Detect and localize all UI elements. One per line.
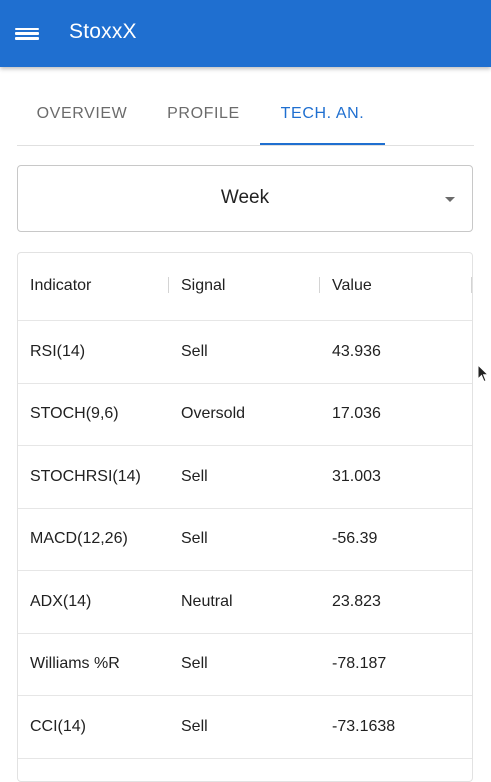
period-select[interactable]: Week bbox=[17, 165, 473, 232]
tab-overview[interactable]: OVERVIEW bbox=[17, 92, 147, 145]
indicator-cell: RSI(14) bbox=[18, 321, 169, 383]
hamburger-menu-icon[interactable] bbox=[15, 25, 39, 43]
value-cell: -56.39 bbox=[320, 509, 472, 571]
indicator-cell: MACD(12,26) bbox=[18, 509, 169, 571]
tab-tech-analysis[interactable]: TECH. AN. bbox=[260, 92, 385, 145]
indicator-cell bbox=[18, 759, 169, 782]
tab-bar: OVERVIEW PROFILE TECH. AN. bbox=[17, 92, 474, 146]
indicator-cell: STOCHRSI(14) bbox=[18, 446, 169, 508]
value-cell: 31.003 bbox=[320, 446, 472, 508]
signal-cell: Sell bbox=[169, 446, 320, 508]
app-title: StoxxX bbox=[69, 20, 137, 44]
tab-profile[interactable]: PROFILE bbox=[147, 92, 260, 145]
value-cell: -78.187 bbox=[320, 634, 472, 696]
column-header-signal[interactable]: Signal bbox=[169, 252, 320, 320]
column-header-indicator[interactable]: Indicator bbox=[18, 252, 169, 320]
indicator-cell: STOCH(9,6) bbox=[18, 384, 169, 446]
table-row[interactable]: STOCHRSI(14) Sell 31.003 bbox=[18, 446, 472, 509]
table-header: Indicator Signal Value bbox=[18, 253, 472, 321]
table-row[interactable]: MACD(12,26) Sell -56.39 bbox=[18, 509, 472, 572]
value-cell: 17.036 bbox=[320, 384, 472, 446]
signal-cell: Sell bbox=[169, 509, 320, 571]
table-row[interactable]: Williams %R Sell -78.187 bbox=[18, 634, 472, 697]
dropdown-arrow-icon bbox=[445, 197, 455, 202]
indicators-table: Indicator Signal Value RSI(14) Sell 43.9… bbox=[17, 252, 473, 782]
indicator-cell: ADX(14) bbox=[18, 571, 169, 633]
signal-cell: Neutral bbox=[169, 571, 320, 633]
value-cell: -73.1638 bbox=[320, 696, 472, 758]
mouse-pointer-icon bbox=[477, 364, 489, 384]
column-header-label: Value bbox=[332, 277, 372, 295]
signal-cell bbox=[169, 759, 320, 782]
column-resize-handle[interactable] bbox=[471, 277, 472, 293]
table-row[interactable]: STOCH(9,6) Oversold 17.036 bbox=[18, 384, 472, 447]
signal-cell: Sell bbox=[169, 696, 320, 758]
indicator-cell: Williams %R bbox=[18, 634, 169, 696]
table-row[interactable] bbox=[18, 759, 472, 782]
indicator-cell: CCI(14) bbox=[18, 696, 169, 758]
app-bar: StoxxX bbox=[0, 0, 491, 67]
column-header-value[interactable]: Value bbox=[320, 252, 472, 320]
signal-cell: Sell bbox=[169, 634, 320, 696]
signal-cell: Sell bbox=[169, 321, 320, 383]
table-row[interactable]: CCI(14) Sell -73.1638 bbox=[18, 696, 472, 759]
value-cell: 43.936 bbox=[320, 321, 472, 383]
column-header-label: Signal bbox=[181, 277, 225, 295]
table-row[interactable]: ADX(14) Neutral 23.823 bbox=[18, 571, 472, 634]
column-header-label: Indicator bbox=[30, 277, 91, 295]
table-row[interactable]: RSI(14) Sell 43.936 bbox=[18, 321, 472, 384]
signal-cell: Oversold bbox=[169, 384, 320, 446]
period-select-value: Week bbox=[221, 187, 269, 209]
value-cell bbox=[320, 759, 472, 782]
value-cell: 23.823 bbox=[320, 571, 472, 633]
